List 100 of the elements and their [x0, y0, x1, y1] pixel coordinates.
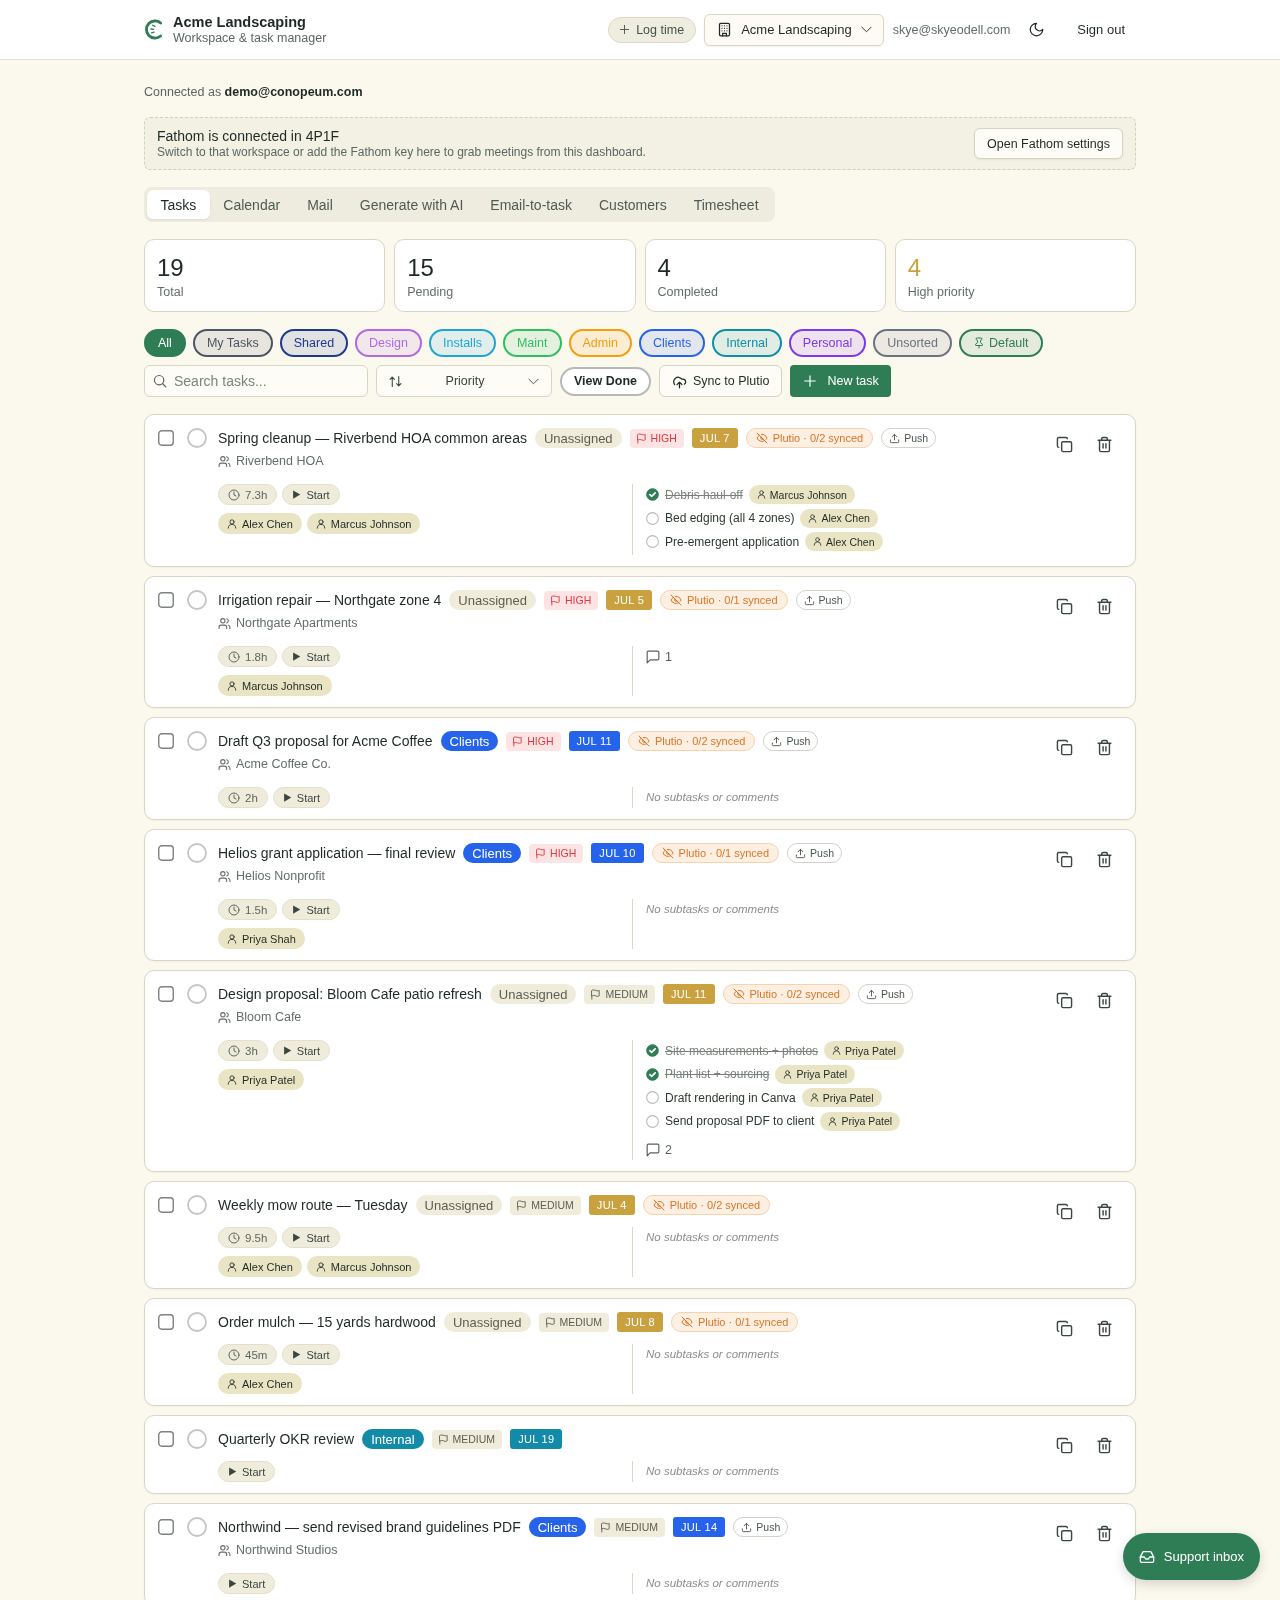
log-time-button[interactable]: Log time [608, 16, 697, 43]
subtask-checkbox[interactable] [646, 511, 659, 525]
complete-toggle[interactable] [187, 590, 207, 610]
select-checkbox[interactable] [158, 1431, 174, 1447]
tab[interactable]: Customers [585, 190, 681, 219]
complete-toggle[interactable] [187, 1517, 207, 1537]
due-date-tag: JUL 10 [591, 843, 644, 863]
select-checkbox[interactable] [158, 592, 174, 608]
time-value: 45m [245, 1348, 268, 1361]
select-checkbox[interactable] [158, 430, 174, 446]
filter-chip[interactable]: All [144, 329, 186, 357]
start-button[interactable]: Start [272, 1040, 331, 1061]
trash-icon[interactable] [1096, 1203, 1113, 1220]
start-button[interactable]: Start [218, 1573, 276, 1594]
push-button[interactable]: Push [763, 731, 819, 751]
trash-icon[interactable] [1096, 598, 1113, 615]
push-button[interactable]: Push [733, 1517, 789, 1537]
trash-icon[interactable] [1096, 1525, 1113, 1542]
subtask-text: Site measurements + photos [665, 1043, 819, 1058]
trash-icon[interactable] [1096, 1437, 1113, 1454]
tab[interactable]: Tasks [147, 190, 210, 219]
due-date-tag: JUL 14 [673, 1517, 726, 1537]
copy-icon[interactable] [1056, 1525, 1073, 1542]
trash-icon[interactable] [1096, 992, 1113, 1009]
support-inbox-button[interactable]: Support inbox [1122, 1533, 1260, 1580]
subtask-checkbox[interactable] [646, 535, 659, 548]
copy-icon[interactable] [1056, 992, 1073, 1009]
complete-toggle[interactable] [187, 1312, 207, 1332]
subtask-checkbox[interactable] [646, 1044, 659, 1057]
banner-text: Switch to that workspace or add the Fathom key here to grab meetings from this dashboard. [157, 145, 646, 160]
empty-note: No subtasks or comments [646, 1347, 779, 1362]
play-icon [292, 490, 302, 499]
push-button[interactable]: Push [858, 984, 913, 1004]
tab[interactable]: Generate with AI [346, 190, 477, 219]
copy-icon[interactable] [1056, 1437, 1073, 1454]
time-value: 1.8h [245, 650, 268, 663]
priority-label: MEDIUM [605, 988, 649, 1000]
filter-chip[interactable]: Personal [788, 329, 867, 357]
workspace-dropdown[interactable]: Acme Landscaping [704, 13, 884, 46]
tab[interactable]: Email-to-task [476, 190, 586, 219]
filter-chip[interactable]: Unsorted [873, 329, 952, 357]
copy-icon[interactable] [1056, 436, 1073, 453]
filter-chip[interactable]: Default [958, 329, 1043, 357]
open-settings-button[interactable]: Open Fathom settings [974, 128, 1123, 159]
filter-chip[interactable]: Shared [279, 329, 349, 357]
stat-value: 15 [407, 255, 435, 281]
trash-icon[interactable] [1096, 739, 1113, 756]
start-button[interactable]: Start [282, 1227, 340, 1248]
search-field[interactable]: Search tasks... [144, 365, 368, 397]
select-checkbox[interactable] [158, 845, 174, 861]
sort-dropdown[interactable]: Priority [376, 365, 552, 397]
sign-out-button[interactable]: Sign out [1066, 16, 1136, 43]
complete-toggle[interactable] [187, 1195, 207, 1215]
select-checkbox[interactable] [158, 733, 174, 749]
select-checkbox[interactable] [158, 1197, 174, 1213]
start-button[interactable]: Start [218, 1461, 276, 1482]
sync-button[interactable]: Sync to Plutio [659, 365, 783, 397]
start-button[interactable]: Start [282, 484, 340, 505]
push-button[interactable]: Push [881, 428, 937, 448]
filter-chip[interactable]: My Tasks [192, 329, 273, 357]
complete-toggle[interactable] [187, 843, 207, 863]
trash-icon[interactable] [1096, 851, 1113, 868]
trash-icon[interactable] [1096, 1320, 1113, 1337]
copy-icon[interactable] [1056, 739, 1073, 756]
new-task-button[interactable]: New task [790, 365, 891, 397]
task-title: Design proposal: Bloom Cafe patio refresh [218, 986, 482, 1002]
start-button[interactable]: Start [282, 899, 340, 920]
subtask-checkbox[interactable] [646, 488, 659, 501]
brand-subtitle: Workspace & task manager [173, 30, 327, 46]
eye-off-icon [755, 432, 768, 444]
tab[interactable]: Calendar [209, 190, 294, 219]
subtask-checkbox[interactable] [646, 1091, 659, 1104]
category-tag: Clients [528, 1517, 587, 1537]
filter-chip[interactable]: Clients [638, 329, 706, 357]
subtask-checkbox[interactable] [646, 1114, 659, 1128]
assignee-name: Priya Patel [845, 1044, 896, 1057]
complete-toggle[interactable] [187, 1429, 207, 1449]
trash-icon[interactable] [1096, 436, 1113, 453]
copy-icon[interactable] [1056, 598, 1073, 615]
category-tag: Clients [463, 843, 522, 863]
complete-toggle[interactable] [187, 731, 207, 751]
stat-value: 4 [657, 255, 672, 281]
start-button[interactable]: Start [282, 1344, 340, 1365]
moon-icon[interactable] [1029, 22, 1045, 37]
push-button[interactable]: Push [787, 843, 843, 863]
push-button[interactable]: Push [795, 590, 851, 610]
tab[interactable]: Timesheet [680, 190, 773, 219]
copy-icon[interactable] [1056, 851, 1073, 868]
view-done-button[interactable]: View Done [560, 366, 651, 396]
start-button[interactable]: Start [282, 646, 340, 667]
select-checkbox[interactable] [158, 1314, 174, 1330]
select-checkbox[interactable] [158, 1519, 174, 1535]
subtask-checkbox[interactable] [646, 1067, 659, 1081]
select-checkbox[interactable] [158, 986, 174, 1002]
tab[interactable]: Mail [293, 190, 347, 219]
copy-icon[interactable] [1056, 1320, 1073, 1337]
copy-icon[interactable] [1056, 1203, 1073, 1220]
complete-toggle[interactable] [187, 428, 207, 448]
start-button[interactable]: Start [272, 787, 331, 808]
complete-toggle[interactable] [187, 984, 207, 1004]
